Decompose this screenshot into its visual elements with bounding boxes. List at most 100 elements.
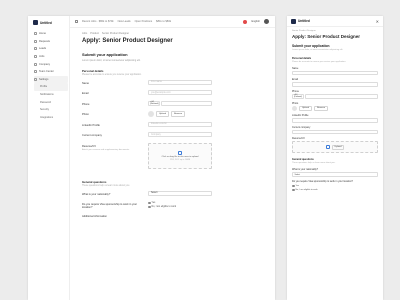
photo-field: Upload Remove: [148, 111, 186, 117]
briefcase-icon: [34, 55, 37, 59]
sidebar-item-leads[interactable]: Leads: [34, 45, 68, 53]
radio-icon: [148, 205, 151, 209]
section-description: These questions help us learn more about…: [292, 162, 336, 165]
section-heading: General questions: [292, 158, 314, 162]
nationality-select[interactable]: Select: [148, 190, 212, 196]
language-selector[interactable]: English: [251, 20, 260, 23]
breadcrumb-item: Senior Product Designer: [101, 32, 130, 35]
upload-photo-button[interactable]: Upload: [156, 111, 169, 117]
sponsor-options: Yes No, I am eligible to work: [148, 201, 176, 209]
sidebar-item-jobs[interactable]: Jobs: [34, 53, 68, 61]
country-code-select[interactable]: +44 (Finland): [148, 100, 160, 106]
linkedin-input[interactable]: linkedin.com/in/: [148, 121, 212, 127]
resume-dropzone[interactable]: Click or drag file to this area to uploa…: [148, 142, 212, 169]
sidebar-subitem-integrations[interactable]: Integrations: [34, 114, 68, 122]
section-description: Please be accurate to ensure you receive…: [82, 73, 142, 76]
email-label: Email: [292, 78, 298, 82]
topbar-actions: English: [243, 19, 269, 24]
sponsor-yes-radio[interactable]: Yes: [292, 184, 378, 188]
sidebar-item-company[interactable]: Company: [34, 60, 68, 68]
linkedin-label: LinkedIn Profile: [82, 123, 100, 127]
photo-row: Photo Upload Remove: [82, 111, 268, 122]
notification-icon[interactable]: [243, 19, 248, 24]
sidebar-subitem-profile[interactable]: Profile: [34, 83, 68, 91]
sidebar-item-home[interactable]: Home: [34, 30, 68, 38]
app-logo[interactable]: Untitled: [33, 20, 52, 25]
email-input[interactable]: [292, 82, 378, 87]
radio-icon: [292, 188, 295, 192]
company-label: Current company: [82, 134, 102, 137]
breadcrumb: Jobs Product Senior Product Designer: [82, 32, 268, 35]
linkedin-label: LinkedIn Profile: [292, 114, 309, 118]
phone-input[interactable]: [305, 94, 378, 99]
upload-photo-button[interactable]: Upload: [299, 105, 312, 111]
sponsor-no-radio[interactable]: No, I am eligible to work: [148, 205, 176, 209]
phone-input[interactable]: [161, 100, 212, 106]
desktop-window: Untitled Home Requests Leads Jobs Compan…: [28, 16, 275, 300]
name-input[interactable]: [292, 70, 378, 76]
mobile-window: Untitled ✕ Senior Product Designer Apply…: [287, 16, 383, 300]
topbar-meta-3: Open Positions: [134, 20, 153, 23]
sidebar-nav: Home Requests Leads Jobs Company Team Ce…: [34, 30, 68, 121]
breadcrumb-item[interactable]: Product: [90, 32, 99, 35]
resume-label: Resume/CV: [82, 144, 96, 148]
upload-icon: [178, 150, 182, 155]
phone-row: Phone +44 (Finland): [82, 100, 268, 112]
sidebar-item-requests[interactable]: Requests: [34, 38, 68, 46]
app-logo[interactable]: Untitled: [291, 18, 310, 24]
mobile-content: Senior Product Designer Apply: Senior Pr…: [287, 27, 383, 194]
nationality-select[interactable]: Select: [292, 172, 378, 177]
name-row: Name First name: [82, 79, 268, 91]
nationality-label: What is your nationality?: [82, 192, 111, 196]
sidebar: Untitled Home Requests Leads Jobs Compan…: [28, 16, 70, 300]
photo-label: Photo: [82, 113, 89, 116]
company-input[interactable]: Company: [148, 132, 212, 137]
nationality-label: What is your nationality?: [292, 168, 319, 172]
users-icon: [34, 47, 37, 51]
form-subtitle: Lorem ipsum dolor, sit amet consectetur …: [82, 58, 141, 62]
remove-photo-button[interactable]: Remove: [313, 105, 329, 111]
resume-dropzone[interactable]: Upload: [292, 141, 378, 154]
sponsor-no-radio[interactable]: No, I am eligible to work: [292, 188, 378, 192]
sidebar-item-team[interactable]: Team Center: [34, 68, 68, 76]
upload-icon: [325, 145, 330, 150]
remove-photo-button[interactable]: Remove: [170, 111, 186, 117]
sidebar-subitem-notifications[interactable]: Notifications: [34, 91, 68, 99]
nationality-row: What is your nationality? Select: [82, 190, 268, 202]
sponsor-row: Do you require Visa sponsorship to work …: [82, 201, 268, 213]
linkedin-row: LinkedIn Profile linkedin.com/in/: [82, 121, 268, 133]
close-icon[interactable]: ✕: [376, 19, 379, 24]
email-row: Email you@example.com: [82, 90, 268, 101]
menu-icon[interactable]: [75, 20, 78, 23]
country-code-select[interactable]: +44 (Finland): [292, 94, 304, 99]
upload-button[interactable]: Upload: [331, 144, 345, 151]
inbox-icon: [34, 39, 37, 43]
email-label: Email: [82, 92, 89, 95]
team-icon: [34, 70, 37, 74]
photo-label: Photo: [292, 101, 299, 105]
phone-field: +44 (Finland): [148, 100, 212, 106]
company-input[interactable]: [292, 129, 378, 135]
name-input[interactable]: First name: [148, 79, 212, 85]
scroll-fade: [70, 270, 275, 300]
sidebar-item-settings[interactable]: Settings: [34, 75, 68, 84]
sidebar-subitem-password[interactable]: Password: [34, 98, 68, 106]
phone-label: Phone: [82, 102, 90, 106]
resume-label-group: Resume/CV Attach your resume and supplem…: [82, 143, 148, 151]
name-label: Name: [292, 66, 299, 70]
breadcrumb-item[interactable]: Jobs: [82, 32, 87, 35]
section-heading: General questions: [82, 179, 107, 184]
avatar[interactable]: [264, 19, 269, 24]
section-description: These questions help us learn more about…: [82, 184, 130, 187]
sidebar-subitem-security[interactable]: Security: [34, 106, 68, 114]
radio-icon: [148, 201, 151, 205]
additional-row: Additional information: [82, 213, 268, 224]
app-name: Untitled: [40, 20, 52, 25]
gear-icon: [34, 77, 37, 81]
radio-icon: [292, 184, 295, 188]
email-input[interactable]: you@example.com: [148, 90, 212, 95]
app-name: Untitled: [298, 19, 310, 23]
linkedin-input[interactable]: [292, 118, 378, 123]
name-label: Name: [82, 81, 89, 85]
resume-description: Attach your resume and supplementary doc…: [82, 148, 130, 151]
